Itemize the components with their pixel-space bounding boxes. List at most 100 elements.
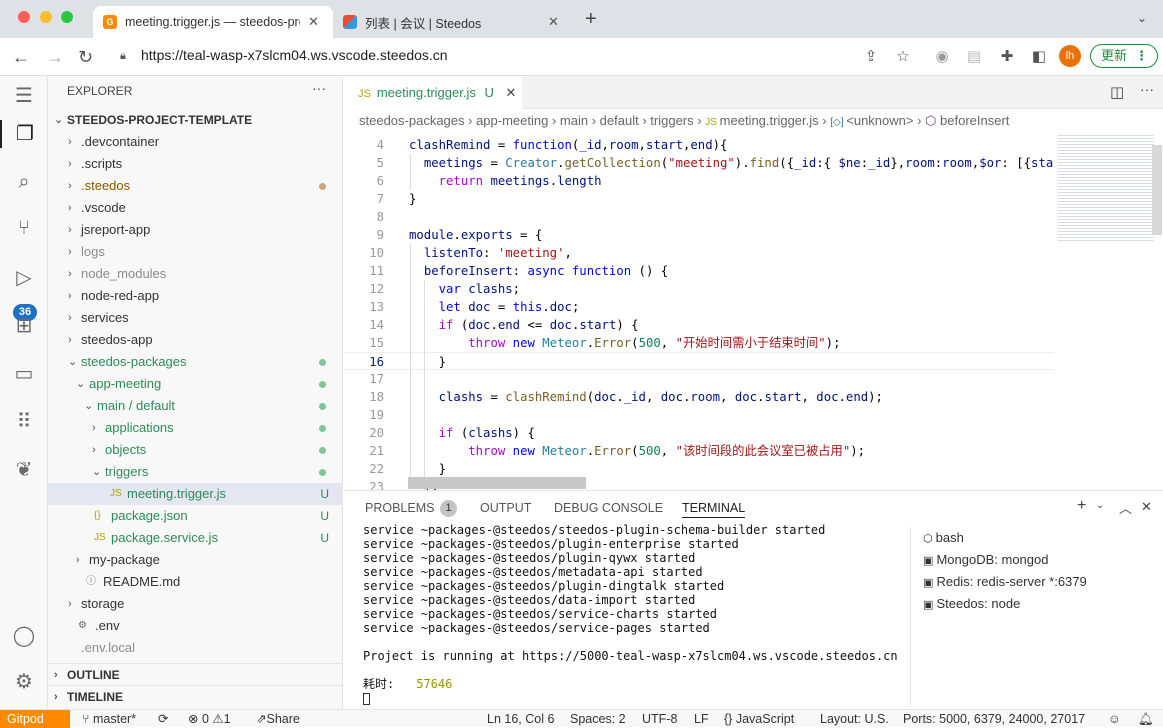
maximize-window-button[interactable] <box>61 11 73 23</box>
code-line[interactable]: 19 <box>344 406 1054 424</box>
tab-terminal[interactable]: TERMINAL <box>682 501 746 518</box>
tab-output[interactable]: OUTPUT <box>480 501 531 515</box>
code-line[interactable]: 8 <box>344 208 1054 226</box>
tab-meeting-trigger[interactable]: JS meeting.trigger.js U ✕ <box>344 76 522 109</box>
account-icon[interactable]: ◯ <box>10 622 38 650</box>
file-tree-item[interactable]: › my-package <box>48 549 343 571</box>
code-line[interactable]: 20 if (clashs) { <box>344 424 1054 442</box>
sync-icon[interactable]: ⟳ <box>158 710 168 728</box>
file-tree-item[interactable]: › steedos-app <box>48 329 343 351</box>
file-tree-item[interactable]: .env.local <box>48 637 343 659</box>
extension-icon[interactable]: ◉ <box>933 48 951 66</box>
file-tree-item[interactable]: › .devcontainer <box>48 131 343 153</box>
file-tree-item[interactable]: › storage <box>48 593 343 615</box>
reload-icon[interactable]: ↻ <box>78 47 93 67</box>
ports-indicator[interactable]: Ports: 5000, 6379, 24000, 27017 <box>903 710 1085 728</box>
tab-problems[interactable]: PROBLEMS <box>365 501 434 515</box>
cursor-position[interactable]: Ln 16, Col 6 <box>487 710 554 728</box>
code-line[interactable]: 4 clashRemind = function(_id,room,start,e… <box>344 136 1054 154</box>
timeline-section[interactable]: › TIMELINE <box>48 685 343 707</box>
file-tree-item[interactable]: › jsreport-app <box>48 219 343 241</box>
file-tree-item[interactable]: ⌄ app-meeting <box>48 373 343 395</box>
outline-section[interactable]: › OUTLINE <box>48 663 343 685</box>
more-actions-icon[interactable]: ··· <box>312 80 326 96</box>
close-window-button[interactable] <box>18 11 30 23</box>
breadcrumb-item[interactable]: beforeInsert <box>940 113 1009 128</box>
problems-indicator[interactable]: ⊗ 0 ⚠1 <box>188 710 231 728</box>
workspace-root[interactable]: ⌄ STEEDOS-PROJECT-TEMPLATE <box>48 109 343 131</box>
minimize-window-button[interactable] <box>40 11 52 23</box>
file-tree-item[interactable]: {} package.json U <box>48 505 343 527</box>
apps-grid-icon[interactable]: ⠿ <box>10 408 38 436</box>
encoding[interactable]: UTF-8 <box>642 710 677 728</box>
file-tree-item[interactable]: › objects <box>48 439 343 461</box>
code-editor[interactable]: 4 clashRemind = function(_id,room,start,e… <box>344 133 1054 490</box>
file-tree-item[interactable]: › node_modules <box>48 263 343 285</box>
terminal-instance[interactable]: ▣ Steedos: node <box>911 593 1163 615</box>
file-tree-item[interactable]: › services <box>48 307 343 329</box>
file-tree-item[interactable]: ⌄ steedos-packages <box>48 351 343 373</box>
breadcrumb-item[interactable]: meeting.trigger.js <box>720 113 819 128</box>
breadcrumb-item[interactable]: <unknown> <box>846 113 913 128</box>
file-tree-item[interactable]: › node-red-app <box>48 285 343 307</box>
search-icon[interactable]: ⌕ <box>10 168 38 196</box>
file-tree-item[interactable]: › applications <box>48 417 343 439</box>
minimap[interactable] <box>1054 133 1163 490</box>
forward-icon[interactable]: → <box>46 47 64 67</box>
browser-tab-vscode[interactable]: G meeting.trigger.js — steedos-project-t… <box>93 6 333 38</box>
tab-search-chevron-icon[interactable]: ⌄ <box>1137 11 1147 25</box>
maximize-panel-icon[interactable]: ︿ <box>1119 498 1132 517</box>
code-line[interactable]: 17 <box>344 370 1054 388</box>
file-tree-item[interactable]: ⓘ README.md <box>48 571 343 593</box>
line-ending[interactable]: LF <box>694 710 709 728</box>
branch-indicator[interactable]: ⑂ master* <box>82 710 136 728</box>
split-editor-icon[interactable]: ◫ <box>1110 83 1124 101</box>
run-debug-icon[interactable]: ▷ <box>10 264 38 292</box>
code-line[interactable]: 22 } <box>344 460 1054 478</box>
code-line[interactable]: 9 module.exports = { <box>344 226 1054 244</box>
language-mode[interactable]: {} JavaScript <box>724 710 794 728</box>
code-line[interactable]: 5 meetings = Creator.getCollection("meet… <box>344 154 1054 172</box>
bookmark-star-icon[interactable]: ☆ <box>894 48 912 66</box>
browser-tab-steedos[interactable]: 列表 | 会议 | Steedos ✕ <box>333 6 573 38</box>
close-tab-icon[interactable]: ✕ <box>548 14 559 30</box>
breadcrumb-item[interactable]: default <box>600 113 639 128</box>
gitpod-button[interactable]: Gitpod <box>0 710 70 728</box>
code-line[interactable]: 10 listenTo: 'meeting', <box>344 244 1054 262</box>
file-tree-item[interactable]: JS package.service.js U <box>48 527 343 549</box>
new-terminal-icon[interactable]: + <box>1077 497 1086 515</box>
file-tree-item[interactable]: › .vscode <box>48 197 343 219</box>
keyboard-layout[interactable]: Layout: U.S. <box>820 710 889 728</box>
code-line[interactable]: 12 var clashs; <box>344 280 1054 298</box>
close-tab-icon[interactable]: ✕ <box>505 85 516 100</box>
sidepanel-icon[interactable]: ◧ <box>1030 48 1048 66</box>
file-tree-item[interactable]: ⌄ triggers <box>48 461 343 483</box>
code-line[interactable]: 21 throw new Meteor.Error(500, "该时间段的此会议… <box>344 442 1054 460</box>
file-tree-item[interactable]: › .scripts <box>48 153 343 175</box>
terminal-instance[interactable]: ⬡ bash <box>911 527 1163 549</box>
profile-avatar[interactable]: lh <box>1059 45 1081 67</box>
source-control-icon[interactable]: ⑂ <box>10 214 38 242</box>
remote-explorer-icon[interactable]: ▭ <box>10 360 38 388</box>
file-tree-item[interactable]: › .steedos <box>48 175 343 197</box>
share-button[interactable]: ⇗Share <box>256 710 300 728</box>
mongodb-leaf-icon[interactable]: ❦ <box>10 456 38 484</box>
explorer-files-icon[interactable]: ❐ <box>0 120 48 148</box>
back-icon[interactable]: ← <box>12 47 30 67</box>
share-page-icon[interactable]: ⇪ <box>862 48 880 66</box>
breadcrumb-item[interactable]: main <box>560 113 588 128</box>
code-line[interactable]: 18 clashs = clashRemind(doc._id, doc.roo… <box>344 388 1054 406</box>
lock-icon[interactable]: 🔒︎ <box>120 50 126 63</box>
extension-icon[interactable]: ▤ <box>965 48 983 66</box>
breadcrumb-item[interactable]: triggers <box>650 113 693 128</box>
file-tree-item[interactable]: › logs <box>48 241 343 263</box>
file-tree-item[interactable]: JS meeting.trigger.js U <box>48 483 343 505</box>
code-line[interactable]: 14 if (doc.end <= doc.start) { <box>344 316 1054 334</box>
terminal-output[interactable]: service ~packages-@steedos/steedos-plugi… <box>363 523 898 705</box>
close-panel-icon[interactable]: ✕ <box>1141 499 1152 515</box>
chevron-down-icon[interactable]: ⌄ <box>1096 500 1104 511</box>
terminal-instance[interactable]: ▣ MongoDB: mongod <box>911 549 1163 571</box>
code-line[interactable]: 6 return meetings.length <box>344 172 1054 190</box>
horizontal-scrollbar[interactable] <box>408 477 586 489</box>
extensions-icon[interactable]: ⊞ <box>10 312 38 340</box>
